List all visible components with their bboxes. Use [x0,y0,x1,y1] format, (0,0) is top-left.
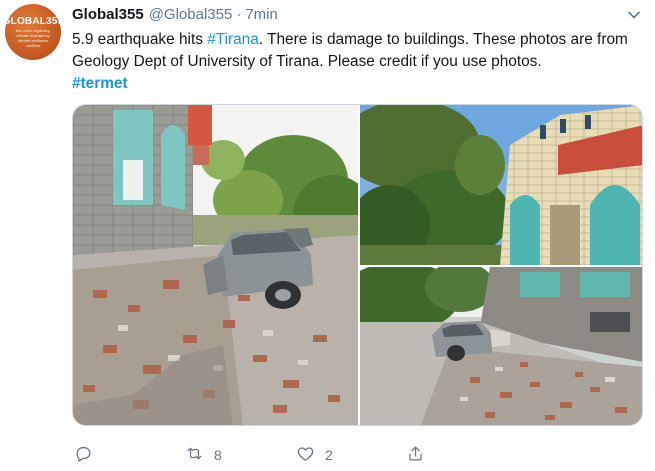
tweet[interactable]: GLOBAL355 the voice regarding climate em… [0,0,655,471]
avatar[interactable]: GLOBAL355 the voice regarding climate em… [2,4,64,60]
share-icon [406,444,425,466]
photo-car-rubble[interactable] [73,105,358,425]
photo-building-trees[interactable] [360,105,642,265]
tweet-text-part: 5.9 earthquake hits [72,31,208,48]
media-grid [72,104,643,426]
hashtag-link-termet[interactable]: #termet [72,75,128,92]
separator-dot: · [236,6,242,23]
reply-icon [74,444,93,466]
retweet-count: 8 [214,447,222,463]
like-count: 2 [325,447,333,463]
avatar-logo-text: GLOBAL355 [2,16,64,27]
like-button[interactable]: 2 [296,444,333,466]
hashtag-link-tirana[interactable]: #Tirana [207,31,259,48]
author-handle[interactable]: @Global355 [149,6,233,23]
tweet-header: Global355 @Global355 · 7min [72,6,278,26]
tweet-actions: 8 2 [72,444,642,466]
timestamp[interactable]: 7min [245,6,278,23]
photo-street-rubble[interactable] [360,267,642,425]
retweet-button[interactable]: 8 [185,444,222,466]
tweet-text: 5.9 earthquake hits #Tirana. There is da… [72,29,642,95]
share-button[interactable] [406,444,435,466]
retweet-icon [185,444,204,466]
avatar-logo-subtitle: the voice regarding climate emergency cl… [15,28,51,48]
chevron-down-icon[interactable] [627,8,641,22]
author-name[interactable]: Global355 [72,6,144,23]
heart-icon [296,444,315,466]
reply-button[interactable] [74,444,103,466]
